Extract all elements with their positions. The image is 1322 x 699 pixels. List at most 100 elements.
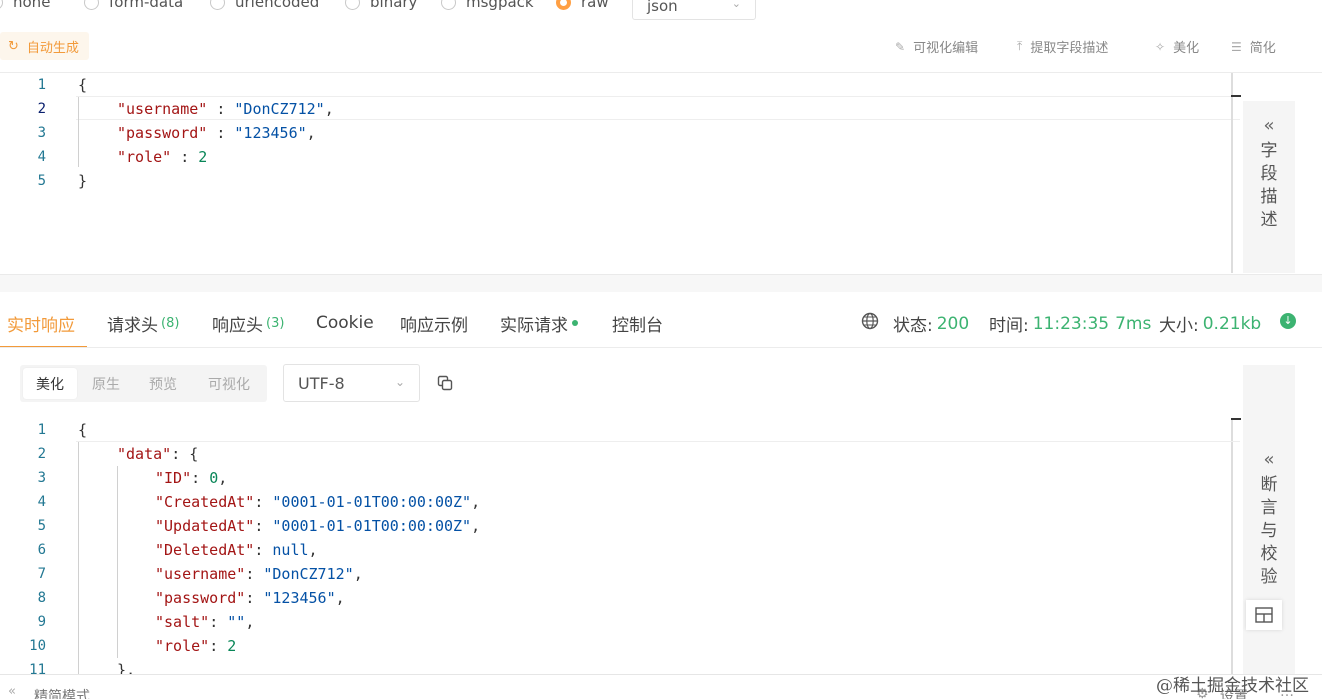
- globe-icon[interactable]: [861, 312, 879, 330]
- vertical-scrollbar[interactable]: [1231, 418, 1233, 674]
- code-text: }: [78, 172, 88, 190]
- body-type-form-data[interactable]: form-data: [84, 0, 183, 12]
- visual-edit-button[interactable]: ✎ 可视化编辑: [895, 37, 979, 57]
- radio-selected-icon[interactable]: [556, 0, 571, 10]
- body-type-none[interactable]: none: [0, 0, 50, 12]
- json-comma: ,: [308, 541, 318, 559]
- request-body-editor[interactable]: 1{ 2 "username" : "DonCZ712", 3 "password"…: [0, 73, 1240, 273]
- tab-label: Cookie: [316, 313, 374, 333]
- json-sep: :: [171, 445, 190, 463]
- json-key: "data": [117, 445, 172, 463]
- code-line: 7 "username": "DonCZ712",: [0, 562, 1240, 586]
- view-mode-preview[interactable]: 预览: [136, 365, 190, 402]
- radio-icon[interactable]: [0, 0, 3, 10]
- json-value: null: [272, 541, 309, 559]
- json-key: "password": [155, 589, 246, 607]
- json-value: "0001-01-01T00:00:00Z": [272, 493, 472, 511]
- json-key: "salt": [155, 613, 210, 631]
- divider: [0, 347, 1322, 348]
- json-sep: :: [191, 469, 210, 487]
- json-key: "password": [117, 124, 208, 142]
- panel-char: 断: [1260, 475, 1278, 495]
- view-mode-label: 可视化: [208, 376, 250, 393]
- line-number: 1: [37, 77, 46, 93]
- panel-char: 验: [1260, 567, 1278, 587]
- radio-icon[interactable]: [84, 0, 99, 10]
- body-type-urlencoded[interactable]: urlencoded: [210, 0, 319, 12]
- code-line: 3 "password" : "123456",: [0, 121, 1240, 145]
- json-sep: :: [209, 613, 228, 631]
- vertical-scrollbar[interactable]: [1231, 73, 1233, 273]
- collapse-icon[interactable]: «: [8, 684, 16, 699]
- view-mode-label: 原生: [92, 376, 120, 393]
- body-type-label: msgpack: [466, 0, 534, 11]
- body-type-binary[interactable]: binary: [345, 0, 417, 12]
- line-number: 6: [37, 542, 46, 558]
- json-value: "123456": [263, 589, 336, 607]
- tab-actual-request[interactable]: 实际请求: [500, 310, 578, 336]
- code-text: {: [78, 76, 88, 94]
- compact-mode-toggle[interactable]: 精简模式: [34, 686, 90, 699]
- tab-response-examples[interactable]: 响应示例: [400, 310, 468, 336]
- response-body-viewer[interactable]: 1{ 2 "data": { 3 "ID": 0, 4 "CreatedAt": "0…: [0, 418, 1240, 674]
- tab-response-headers[interactable]: 响应头 (3): [212, 310, 284, 336]
- view-mode-switch: 美化 原生 预览 可视化: [20, 365, 267, 402]
- view-mode-visualize[interactable]: 可视化: [196, 365, 262, 402]
- tab-console[interactable]: 控制台: [612, 310, 663, 336]
- splitter[interactable]: [0, 274, 1322, 292]
- download-icon[interactable]: ↓: [1280, 313, 1296, 329]
- body-type-label: urlencoded: [235, 0, 320, 11]
- json-sep: :: [207, 124, 235, 142]
- tab-request-headers[interactable]: 请求头 (8): [107, 310, 179, 336]
- visual-edit-label: 可视化编辑: [913, 41, 979, 56]
- json-value: "DonCZ712": [234, 100, 325, 118]
- body-type-msgpack[interactable]: msgpack: [441, 0, 534, 12]
- line-number: 7: [37, 566, 46, 582]
- chevrons-left-icon: «: [1263, 449, 1275, 470]
- panel-char: 描: [1260, 187, 1278, 207]
- json-key: "username": [155, 565, 246, 583]
- radio-icon[interactable]: [345, 0, 360, 10]
- copy-icon[interactable]: [437, 375, 453, 391]
- code-line: 11},: [0, 658, 1240, 674]
- code-text: {: [78, 421, 88, 439]
- json-value: "123456": [234, 124, 307, 142]
- json-sep: :: [209, 637, 228, 655]
- json-sep: :: [254, 517, 273, 535]
- code-line: 5}: [0, 169, 1240, 193]
- json-key: "ID": [155, 469, 192, 487]
- json-sep: :: [171, 148, 199, 166]
- status-dot-icon: [572, 320, 578, 326]
- raw-format-select[interactable]: json ⌄: [632, 0, 756, 20]
- tab-cookie[interactable]: Cookie: [316, 310, 374, 336]
- encoding-select[interactable]: UTF-8 ⌄: [283, 364, 420, 402]
- field-description-panel-toggle[interactable]: « 字 段 描 述: [1243, 101, 1295, 273]
- beautify-button[interactable]: ✧ 美化: [1155, 37, 1200, 57]
- json-value: 2: [198, 148, 208, 166]
- body-type-raw[interactable]: raw: [556, 0, 609, 12]
- chevron-down-icon: ⌄: [394, 375, 405, 389]
- body-type-label: raw: [581, 0, 609, 11]
- chevrons-left-icon: «: [1263, 115, 1275, 136]
- json-key: "username": [117, 100, 208, 118]
- extract-fields-button[interactable]: ⤒ 提取字段描述: [1017, 37, 1108, 56]
- view-mode-raw[interactable]: 原生: [79, 365, 133, 402]
- auto-generate-button[interactable]: ↻ 自动生成: [0, 32, 89, 60]
- layout-toggle-button[interactable]: [1246, 600, 1282, 630]
- size-label: 大小:: [1159, 316, 1199, 336]
- beautify-label: 美化: [1173, 41, 1200, 56]
- raw-format-value: json: [647, 0, 678, 15]
- current-line-border: [76, 441, 1240, 442]
- tab-label: 实际请求: [500, 315, 568, 336]
- status-info: 状态: 200: [893, 311, 969, 337]
- view-mode-beautify[interactable]: 美化: [23, 368, 77, 399]
- radio-icon[interactable]: [210, 0, 225, 10]
- json-comma: ,: [335, 589, 345, 607]
- tab-realtime-response[interactable]: 实时响应: [7, 310, 75, 336]
- line-number: 1: [37, 422, 46, 438]
- refresh-icon: ↻: [8, 38, 19, 54]
- line-number: 2: [37, 446, 46, 462]
- radio-icon[interactable]: [441, 0, 456, 10]
- simplify-button[interactable]: ☰ 简化: [1231, 37, 1276, 57]
- json-sep: :: [207, 100, 235, 118]
